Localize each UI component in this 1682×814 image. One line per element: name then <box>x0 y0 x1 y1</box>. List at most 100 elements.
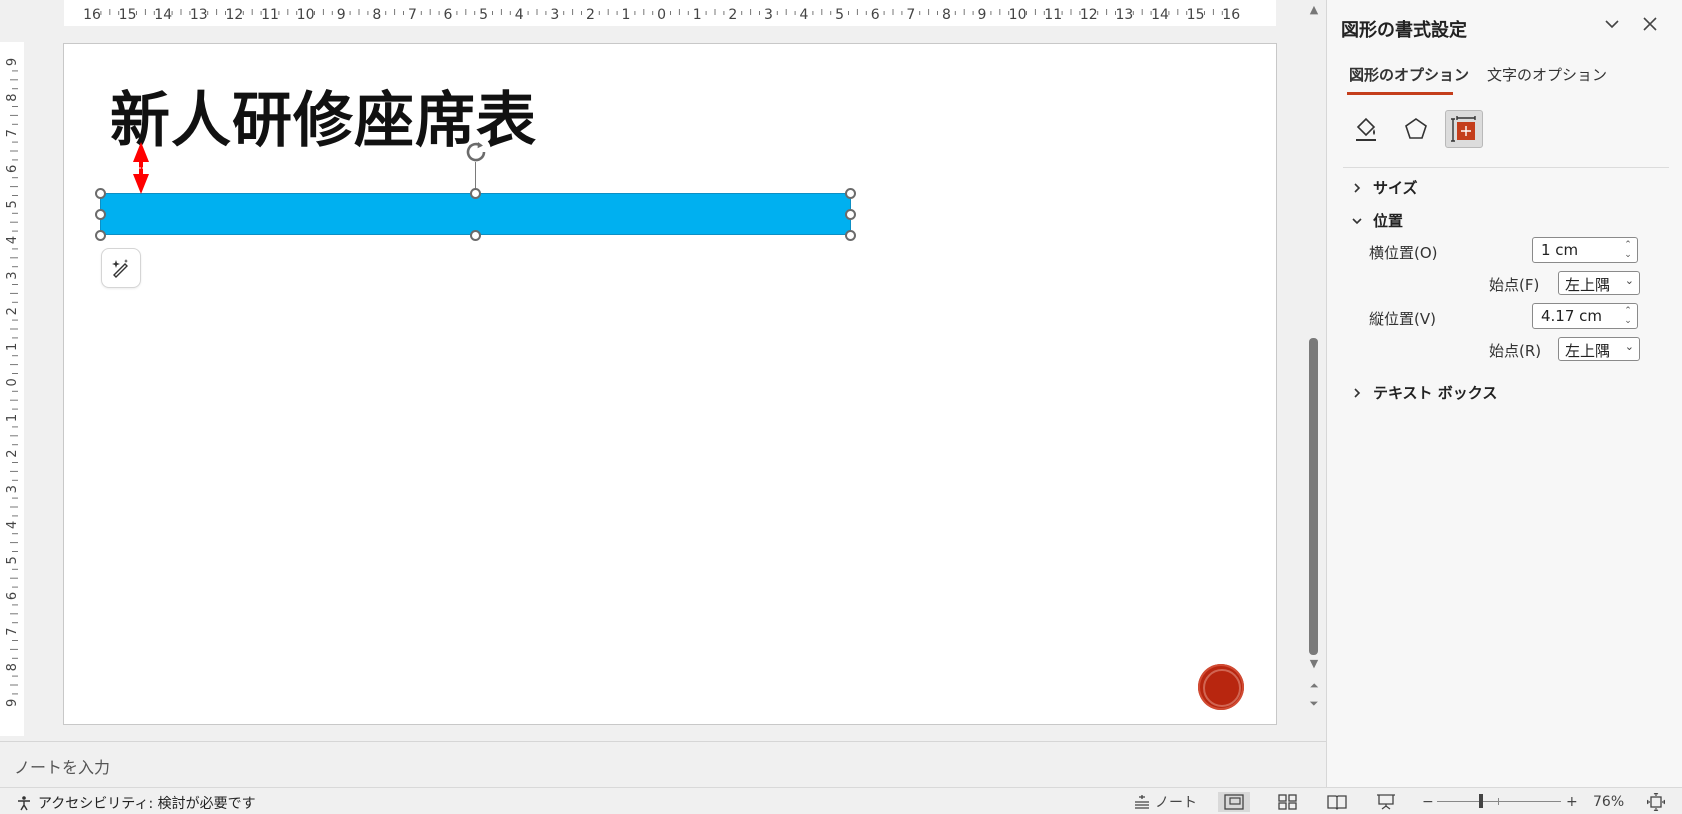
active-tab-indicator <box>1347 92 1453 95</box>
notes-placeholder[interactable]: ノートを入力 <box>14 754 110 778</box>
ruler-tick-label: 4 <box>800 7 809 23</box>
ruler-tick-label: 11 <box>261 7 279 23</box>
tab-text-options[interactable]: 文字のオプション <box>1487 64 1607 85</box>
vertical-ruler: 9 8 7 6 5 4 3 2 1 0 1 2 3 4 5 6 7 8 9 <box>0 42 24 736</box>
ruler-tick-label: 12 <box>225 7 243 23</box>
vertical-position-label: 縦位置(V) <box>1369 310 1436 328</box>
ruler-tick-label: 5 <box>5 556 20 564</box>
vertical-spinner-icon[interactable]: ⌃ ⌄ <box>1623 306 1633 326</box>
vertical-origin-label: 始点(R) <box>1489 342 1542 360</box>
close-pane-icon[interactable] <box>1637 14 1663 40</box>
scroll-up-icon[interactable]: ▲ <box>1305 2 1323 18</box>
resize-handle-bottom[interactable] <box>470 230 481 241</box>
scroll-down-icon[interactable]: ▼ <box>1305 656 1323 672</box>
zoom-level[interactable]: 76% <box>1593 792 1624 812</box>
ruler-tick-label: 7 <box>408 7 417 23</box>
ruler-tick-label: 11 <box>1044 7 1062 23</box>
reading-view-icon <box>1327 795 1347 810</box>
previous-slide-icon[interactable]: ⏶ <box>1305 678 1323 694</box>
notes-toggle-label: ノート <box>1155 795 1197 811</box>
ruler-tick-label: 5 <box>5 200 20 208</box>
vertical-ruler-ticks: 9 8 7 6 5 4 3 2 1 0 1 2 3 4 5 6 7 8 9 <box>5 58 20 707</box>
ruler-tick-label: 2 <box>5 307 20 315</box>
section-textbox[interactable]: テキスト ボックス <box>1351 382 1497 403</box>
vertical-scrollbar[interactable]: ▲ ▼ ⏶ ⏷ <box>1302 0 1326 740</box>
accessibility-status[interactable]: アクセシビリティ: 検討が必要です <box>16 793 256 813</box>
selected-rectangle-shape[interactable] <box>100 193 851 235</box>
rotate-icon[interactable] <box>462 138 490 166</box>
slideshow-button[interactable] <box>1376 792 1396 812</box>
tab-shape-options[interactable]: 図形のオプション <box>1349 64 1469 85</box>
slide-sorter-button[interactable] <box>1278 792 1298 812</box>
fit-to-window-button[interactable] <box>1647 792 1665 812</box>
ruler-tick-label: 9 <box>5 58 20 66</box>
notes-area[interactable]: ノートを入力 <box>0 741 1326 787</box>
resize-handle-bottom-left[interactable] <box>95 230 106 241</box>
ruler-tick-label: 8 <box>5 663 20 671</box>
powerpoint-window: 16 15 14 13 12 11 10 9 8 7 6 5 4 3 2 1 0 1 2 3 4 5 6 7 8 9 10 11 12 1… <box>0 0 1682 814</box>
ruler-tick-label: 14 <box>154 7 172 23</box>
scrollbar-thumb[interactable] <box>1309 338 1318 655</box>
notes-toggle-button[interactable]: ノート <box>1133 792 1197 812</box>
notes-icon <box>1135 795 1149 809</box>
ruler-tick-label: 3 <box>5 485 20 493</box>
designer-suggestion-button[interactable] <box>101 248 141 288</box>
resize-handle-top[interactable] <box>470 188 481 199</box>
ruler-tick-label: 10 <box>1009 7 1027 23</box>
pane-options-chevron-icon[interactable] <box>1599 14 1625 40</box>
ruler-tick-label: 9 <box>337 7 346 23</box>
ruler-tick-label: 1 <box>5 343 20 351</box>
reading-view-button[interactable] <box>1327 792 1347 812</box>
resize-handle-top-right[interactable] <box>845 188 856 199</box>
slide-sorter-icon <box>1278 794 1297 810</box>
effects-button[interactable] <box>1397 110 1435 148</box>
seal-stamp-image[interactable] <box>1198 664 1244 710</box>
horizontal-origin-label: 始点(F) <box>1489 276 1540 294</box>
horizontal-position-label: 横位置(O) <box>1369 244 1438 262</box>
ruler-tick-label: 1 <box>693 7 702 23</box>
section-position[interactable]: 位置 <box>1351 210 1403 231</box>
zoom-in-button[interactable]: + <box>1566 792 1578 812</box>
fill-line-button[interactable] <box>1347 110 1385 148</box>
vertical-origin-select[interactable]: 左上隅 ⌄ <box>1558 337 1640 361</box>
vertical-spacing-arrow-icon <box>133 142 149 194</box>
section-size[interactable]: サイズ <box>1351 177 1418 198</box>
vertical-position-input[interactable]: 4.17 cm ⌃ ⌄ <box>1532 303 1638 329</box>
section-textbox-label: テキスト ボックス <box>1373 384 1498 402</box>
accessibility-text: アクセシビリティ: 検討が必要です <box>38 796 256 812</box>
zoom-slider[interactable] <box>1437 801 1561 802</box>
ruler-tick-label: 3 <box>550 7 559 23</box>
horizontal-origin-select[interactable]: 左上隅 ⌄ <box>1558 271 1640 295</box>
size-properties-button[interactable] <box>1445 110 1483 148</box>
ruler-tick-label: 6 <box>5 165 20 173</box>
slide-canvas[interactable]: 新人研修座席表 <box>63 43 1277 725</box>
resize-handle-top-left[interactable] <box>95 188 106 199</box>
fill-line-icon <box>1356 117 1376 141</box>
horizontal-position-input[interactable]: 1 cm ⌃ ⌄ <box>1532 237 1638 263</box>
ruler-tick-label: 6 <box>444 7 453 23</box>
ruler-tick-label: 4 <box>5 521 20 529</box>
ruler-tick-label: 7 <box>5 129 20 137</box>
ruler-tick-label: 1 <box>5 414 20 422</box>
ruler-tick-label: 8 <box>942 7 951 23</box>
ruler-tick-label: 8 <box>372 7 381 23</box>
zoom-slider-thumb[interactable] <box>1479 794 1483 808</box>
pane-title: 図形の書式設定 <box>1341 20 1467 41</box>
ruler-tick-label: 14 <box>1151 7 1169 23</box>
ruler-tick-label: 16 <box>83 7 101 23</box>
resize-handle-bottom-right[interactable] <box>845 230 856 241</box>
vertical-origin-value: 左上隅 <box>1565 342 1611 360</box>
normal-view-button[interactable] <box>1218 792 1250 812</box>
ruler-tick-label: 15 <box>1187 7 1205 23</box>
normal-view-icon <box>1224 794 1244 810</box>
ruler-tick-label: 6 <box>871 7 880 23</box>
vertical-position-value: 4.17 cm <box>1541 307 1603 325</box>
next-slide-icon[interactable]: ⏷ <box>1305 696 1323 712</box>
chevron-right-icon <box>1354 387 1361 398</box>
ruler-tick-label: 1 <box>622 7 631 23</box>
resize-handle-right[interactable] <box>845 209 856 220</box>
horizontal-spinner-icon[interactable]: ⌃ ⌄ <box>1623 240 1633 260</box>
effects-icon <box>1405 118 1427 139</box>
resize-handle-left[interactable] <box>95 209 106 220</box>
zoom-out-button[interactable]: − <box>1422 792 1434 812</box>
